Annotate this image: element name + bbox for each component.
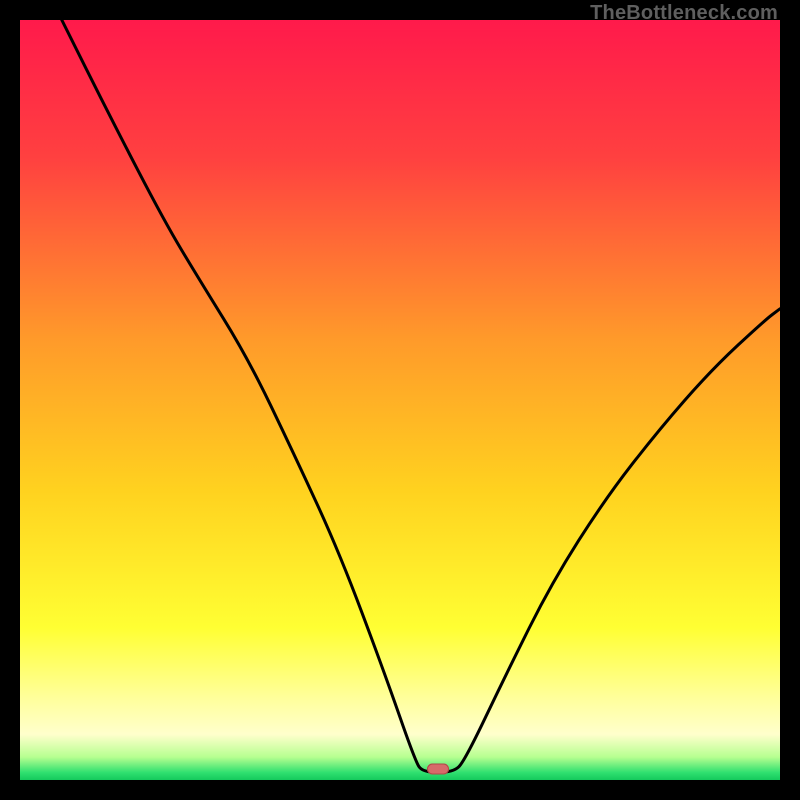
curve-path bbox=[62, 20, 780, 772]
bottleneck-curve bbox=[20, 20, 780, 780]
optimal-marker bbox=[427, 763, 449, 774]
plot-area bbox=[20, 20, 780, 780]
chart-frame: TheBottleneck.com bbox=[0, 0, 800, 800]
